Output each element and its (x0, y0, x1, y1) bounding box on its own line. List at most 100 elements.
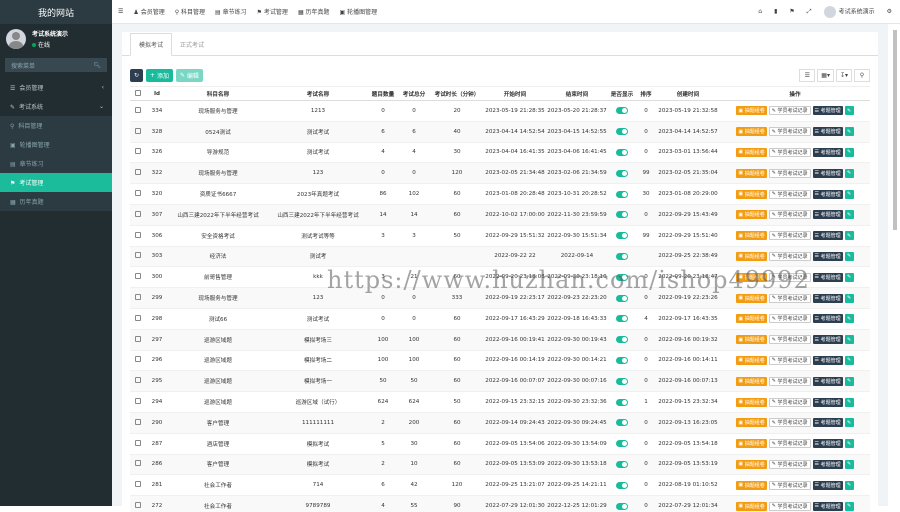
draw-questions-button[interactable]: ▣ 抽题组卷 (736, 501, 767, 511)
edit-icon[interactable]: ✎ (844, 376, 854, 386)
exam-records-button[interactable]: ✎ 学员考试记录 (768, 231, 811, 241)
draw-questions-button[interactable]: ▣ 抽题组卷 (736, 314, 767, 324)
row-checkbox[interactable] (135, 294, 141, 301)
show-toggle[interactable] (616, 169, 628, 177)
question-manage-button[interactable]: ☰ 考题管理 (812, 231, 843, 241)
show-toggle[interactable] (616, 294, 628, 302)
show-toggle[interactable] (616, 481, 628, 489)
row-checkbox[interactable] (135, 356, 141, 363)
show-toggle[interactable] (616, 419, 628, 427)
nav-subject[interactable]: ⚲ 科目管理 (175, 7, 205, 16)
edit-icon[interactable]: ✎ (844, 418, 854, 428)
question-manage-button[interactable]: ☰ 考题管理 (812, 418, 843, 428)
edit-icon[interactable]: ✎ (844, 272, 854, 282)
row-checkbox[interactable] (135, 148, 141, 155)
sidebar-item-exam-manage[interactable]: ⚑ 考试管理 (0, 173, 112, 192)
question-manage-button[interactable]: ☰ 考题管理 (812, 293, 843, 303)
edit-icon[interactable]: ✎ (844, 106, 854, 116)
row-checkbox[interactable] (135, 252, 141, 259)
sidebar-item-exam-system[interactable]: ✎ 考试系统 ⌄ (0, 97, 112, 116)
edit-icon[interactable]: ✎ (844, 231, 854, 241)
trash-icon[interactable]: ▮ (774, 8, 777, 15)
question-manage-button[interactable]: ☰ 考题管理 (812, 501, 843, 511)
edit-icon[interactable]: ✎ (844, 189, 854, 199)
row-checkbox[interactable] (135, 398, 141, 405)
nav-carousel[interactable]: ▣ 轮播图管理 (340, 7, 378, 16)
show-toggle[interactable] (616, 460, 628, 468)
edit-icon[interactable]: ✎ (844, 501, 854, 511)
draw-questions-button[interactable]: ▣ 抽题组卷 (736, 355, 767, 365)
exam-records-button[interactable]: ✎ 学员考试记录 (768, 106, 811, 116)
draw-questions-button[interactable]: ▣ 抽题组卷 (736, 418, 767, 428)
edit-icon[interactable]: ✎ (844, 480, 854, 490)
draw-questions-button[interactable]: ▣ 抽题组卷 (736, 189, 767, 199)
row-checkbox[interactable] (135, 169, 141, 176)
edit-icon[interactable]: ✎ (844, 439, 854, 449)
nav-exam[interactable]: ⚑ 考试管理 (257, 7, 288, 16)
show-toggle[interactable] (616, 440, 628, 448)
nav-chapter[interactable]: ▤ 章节练习 (215, 7, 247, 16)
select-all-checkbox[interactable] (135, 89, 141, 96)
row-checkbox[interactable] (135, 418, 141, 425)
row-checkbox[interactable] (135, 127, 141, 134)
nav-member[interactable]: ♟ 会员管理 (133, 7, 164, 16)
row-checkbox[interactable] (135, 460, 141, 467)
exam-records-button[interactable]: ✎ 学员考试记录 (768, 335, 811, 345)
gear-icon[interactable]: ⚙ (887, 8, 892, 15)
draw-questions-button[interactable]: ▣ 抽题组卷 (736, 147, 767, 157)
row-checkbox[interactable] (135, 190, 141, 197)
menu-toggle-icon[interactable]: ☰ (118, 8, 123, 15)
language-icon[interactable]: ⚑ (789, 8, 794, 15)
sidebar-item-past-papers[interactable]: ▦ 历年真题 (0, 192, 112, 211)
row-checkbox[interactable] (135, 106, 141, 113)
draw-questions-button[interactable]: ▣ 抽题组卷 (736, 251, 767, 261)
export-button[interactable]: ↧ ▾ (835, 68, 852, 82)
draw-questions-button[interactable]: ▣ 抽题组卷 (736, 210, 767, 220)
draw-questions-button[interactable]: ▣ 抽题组卷 (736, 168, 767, 178)
show-toggle[interactable] (616, 148, 628, 156)
draw-questions-button[interactable]: ▣ 抽题组卷 (736, 439, 767, 449)
tab-mock-exam[interactable]: 模拟考试 (130, 33, 173, 56)
sidebar-item-subject[interactable]: ⚲ 科目管理 (0, 116, 112, 135)
exam-records-button[interactable]: ✎ 学员考试记录 (768, 418, 811, 428)
add-button[interactable]: + 添加 (146, 68, 173, 82)
draw-questions-button[interactable]: ▣ 抽题组卷 (736, 335, 767, 345)
refresh-button[interactable]: ↻ (130, 68, 144, 82)
question-manage-button[interactable]: ☰ 考题管理 (812, 459, 843, 469)
question-manage-button[interactable]: ☰ 考题管理 (812, 106, 843, 116)
row-checkbox[interactable] (135, 481, 141, 488)
question-manage-button[interactable]: ☰ 考题管理 (812, 335, 843, 345)
row-checkbox[interactable] (135, 502, 141, 509)
show-toggle[interactable] (616, 356, 628, 364)
show-toggle[interactable] (616, 211, 628, 219)
edit-icon[interactable]: ✎ (844, 127, 854, 137)
draw-questions-button[interactable]: ▣ 抽题组卷 (736, 293, 767, 303)
draw-questions-button[interactable]: ▣ 抽题组卷 (736, 459, 767, 469)
tab-formal-exam[interactable]: 正式考试 (172, 34, 212, 55)
columns-button[interactable]: ▦ ▾ (817, 68, 834, 82)
exam-records-button[interactable]: ✎ 学员考试记录 (768, 355, 811, 365)
nav-past[interactable]: ▦ 历年真题 (298, 7, 330, 16)
sidebar-search-input[interactable]: 搜索菜单 🔍︎ (5, 58, 107, 72)
exam-records-button[interactable]: ✎ 学员考试记录 (768, 251, 811, 261)
edit-icon[interactable]: ✎ (844, 147, 854, 157)
show-toggle[interactable] (616, 398, 628, 406)
exam-records-button[interactable]: ✎ 学员考试记录 (768, 272, 811, 282)
show-toggle[interactable] (616, 273, 628, 281)
show-toggle[interactable] (616, 190, 628, 198)
edit-button[interactable]: ✎ 编辑 (175, 68, 203, 82)
question-manage-button[interactable]: ☰ 考题管理 (812, 127, 843, 137)
edit-icon[interactable]: ✎ (844, 355, 854, 365)
row-checkbox[interactable] (135, 439, 141, 446)
exam-records-button[interactable]: ✎ 学员考试记录 (768, 501, 811, 511)
row-checkbox[interactable] (135, 314, 141, 321)
user-menu[interactable]: 考试系统演示 (823, 5, 875, 18)
exam-records-button[interactable]: ✎ 学员考试记录 (768, 376, 811, 386)
site-title[interactable]: 我的网站 (0, 0, 112, 24)
edit-icon[interactable]: ✎ (844, 251, 854, 261)
row-checkbox[interactable] (135, 210, 141, 217)
show-toggle[interactable] (616, 107, 628, 115)
exam-records-button[interactable]: ✎ 学员考试记录 (768, 147, 811, 157)
home-icon[interactable]: ⌂ (758, 8, 762, 15)
edit-icon[interactable]: ✎ (844, 293, 854, 303)
